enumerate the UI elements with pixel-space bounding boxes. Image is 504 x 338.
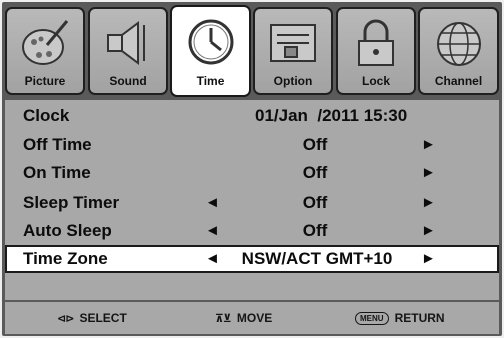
row-label: On Time (23, 163, 91, 182)
left-right-keys-icon: ⊲⊳ (57, 313, 74, 325)
row-label: Sleep Timer (23, 193, 120, 212)
hint-label: RETURN (394, 311, 445, 325)
tab-label: Lock (361, 74, 390, 88)
menu-row-on-time[interactable]: On Time Off ► (5, 159, 499, 187)
row-value: Off (302, 135, 328, 154)
menu-row-clock[interactable]: Clock 01/Jan /2011 15:30 (5, 102, 499, 130)
hint-label: MOVE (236, 311, 273, 325)
tab-picture[interactable]: Picture (5, 7, 85, 95)
menu-row-time-zone[interactable]: Time Zone ◄ NSW/ACT GMT+10 ► (5, 245, 499, 273)
option-icon (270, 24, 316, 62)
row-value: NSW/ACT GMT+10 (241, 249, 393, 268)
hint-label: SELECT (79, 311, 127, 325)
menu-row-off-time[interactable]: Off Time Off ► (5, 131, 499, 159)
hint-select: ⊲⊳ SELECT (57, 311, 127, 325)
row-label: Clock (23, 106, 70, 125)
tab-channel[interactable]: Channel (418, 7, 499, 95)
up-down-keys-icon: ⊼⊻ (215, 313, 232, 325)
tab-label: Option (273, 74, 313, 88)
hint-move: ⊼⊻ MOVE (215, 311, 272, 325)
arrow-right-icon[interactable]: ► (421, 222, 436, 239)
tab-time[interactable]: Time (170, 5, 251, 97)
arrow-right-icon[interactable]: ► (421, 194, 436, 211)
row-label: Time Zone (23, 249, 108, 268)
globe-icon (436, 22, 481, 66)
clock-icon (188, 19, 233, 65)
menu-row-sleep-timer[interactable]: Sleep Timer ◄ Off ► (5, 189, 499, 217)
speaker-icon (107, 21, 145, 65)
row-value: Off (302, 163, 328, 182)
menu-key-icon: MENU (355, 312, 389, 325)
tab-label: Sound (109, 74, 147, 88)
row-value: Off (302, 193, 328, 212)
arrow-right-icon[interactable]: ► (421, 136, 436, 153)
time-settings-panel: Clock 01/Jan /2011 15:30 Off Time Off ► … (5, 100, 499, 300)
clock-value: 01/Jan /2011 15:30 (255, 106, 408, 125)
tab-label: Time (196, 74, 225, 88)
palette-icon (22, 20, 69, 65)
menu-row-auto-sleep[interactable]: Auto Sleep ◄ Off ► (5, 217, 499, 245)
lock-icon (358, 19, 394, 66)
row-label: Auto Sleep (23, 221, 112, 240)
arrow-right-icon[interactable]: ► (421, 250, 436, 267)
tab-option[interactable]: Option (253, 7, 333, 95)
tab-label: Channel (434, 74, 483, 88)
key-hints-bar: ⊲⊳ SELECT ⊼⊻ MOVE MENU RETURN (5, 302, 499, 334)
tab-sound[interactable]: Sound (88, 7, 168, 95)
tab-label: Picture (24, 74, 66, 88)
arrow-right-icon[interactable]: ► (421, 164, 436, 181)
hint-return: MENU RETURN (355, 311, 445, 325)
row-value: Off (302, 221, 328, 240)
row-label: Off Time (23, 135, 92, 154)
menu-tabs: Picture Sound Time Option Lock Channel (5, 5, 499, 97)
tab-lock[interactable]: Lock (336, 7, 416, 95)
